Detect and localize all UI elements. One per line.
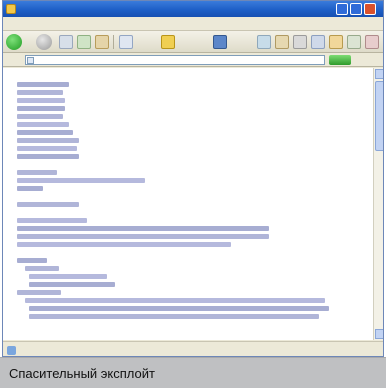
refresh-icon[interactable] xyxy=(77,35,91,49)
code-line-mark xyxy=(17,258,47,263)
favorites-label[interactable] xyxy=(178,38,208,47)
address-bar xyxy=(3,53,383,67)
code-line-mark xyxy=(25,298,325,303)
vertical-scrollbar[interactable] xyxy=(373,68,383,340)
close-button[interactable] xyxy=(364,3,376,15)
favorites-icon[interactable] xyxy=(161,35,175,49)
toolbar-separator xyxy=(113,35,114,49)
status-icon xyxy=(7,346,16,355)
code-line-mark xyxy=(17,130,73,135)
back-label xyxy=(23,38,35,47)
menu-help[interactable] xyxy=(155,19,181,29)
code-line-mark xyxy=(29,314,319,319)
search-label[interactable] xyxy=(136,38,156,47)
browser-icon xyxy=(6,4,16,14)
scroll-down-icon[interactable] xyxy=(375,329,383,339)
code-line-mark xyxy=(17,122,69,127)
page-content xyxy=(3,68,373,340)
code-line-mark xyxy=(17,234,269,239)
browser-window xyxy=(2,0,384,357)
code-line-mark xyxy=(17,106,65,111)
code-line-mark xyxy=(29,282,115,287)
code-line-mark xyxy=(17,154,79,159)
minimize-button[interactable] xyxy=(336,3,348,15)
media-icon[interactable] xyxy=(213,35,227,49)
code-line-mark xyxy=(29,306,329,311)
folder-icon[interactable] xyxy=(329,35,343,49)
status-text xyxy=(21,346,221,355)
address-input[interactable] xyxy=(25,55,325,65)
code-line-mark xyxy=(17,98,65,103)
address-label xyxy=(7,56,21,64)
scroll-up-icon[interactable] xyxy=(375,69,383,79)
edit-icon[interactable] xyxy=(311,35,325,49)
code-line-mark xyxy=(17,178,145,183)
menu-bar xyxy=(3,17,383,31)
menu-favorites[interactable] xyxy=(81,19,121,29)
code-line-mark xyxy=(25,266,59,271)
status-bar xyxy=(3,341,383,356)
code-line-mark xyxy=(29,274,107,279)
code-line-mark xyxy=(17,138,79,143)
page-icon xyxy=(27,57,34,64)
back-icon[interactable] xyxy=(6,34,22,50)
code-line-mark xyxy=(17,202,79,207)
print-icon[interactable] xyxy=(293,35,307,49)
toolbar xyxy=(3,31,383,53)
code-line-mark xyxy=(17,242,231,247)
code-line-mark xyxy=(17,114,63,119)
code-line-mark xyxy=(17,82,69,87)
search-icon[interactable] xyxy=(119,35,133,49)
code-line-mark xyxy=(17,186,43,191)
messenger-icon[interactable] xyxy=(347,35,361,49)
code-line-mark xyxy=(17,218,87,223)
code-line-mark xyxy=(17,290,61,295)
history-icon[interactable] xyxy=(257,35,271,49)
discuss-icon[interactable] xyxy=(365,35,379,49)
code-line-mark xyxy=(17,90,63,95)
mail-icon[interactable] xyxy=(275,35,289,49)
window-title xyxy=(20,3,230,14)
code-line-mark xyxy=(17,226,269,231)
go-button[interactable] xyxy=(329,55,351,65)
code-line-mark xyxy=(17,170,57,175)
menu-file[interactable] xyxy=(7,19,29,29)
forward-icon[interactable] xyxy=(36,34,52,50)
menu-view[interactable] xyxy=(63,19,77,29)
scroll-thumb[interactable] xyxy=(375,81,383,151)
title-bar[interactable] xyxy=(3,1,383,17)
maximize-button[interactable] xyxy=(350,3,362,15)
caption-text: Спасительный эксплойт xyxy=(9,366,155,381)
menu-tools[interactable] xyxy=(125,19,151,29)
media-label[interactable] xyxy=(230,38,252,47)
menu-edit[interactable] xyxy=(33,19,59,29)
home-icon[interactable] xyxy=(95,35,109,49)
figure-caption: Спасительный эксплойт xyxy=(0,357,386,388)
code-line-mark xyxy=(17,146,77,151)
stop-icon[interactable] xyxy=(59,35,73,49)
figure-frame: Спасительный эксплойт xyxy=(0,0,386,388)
